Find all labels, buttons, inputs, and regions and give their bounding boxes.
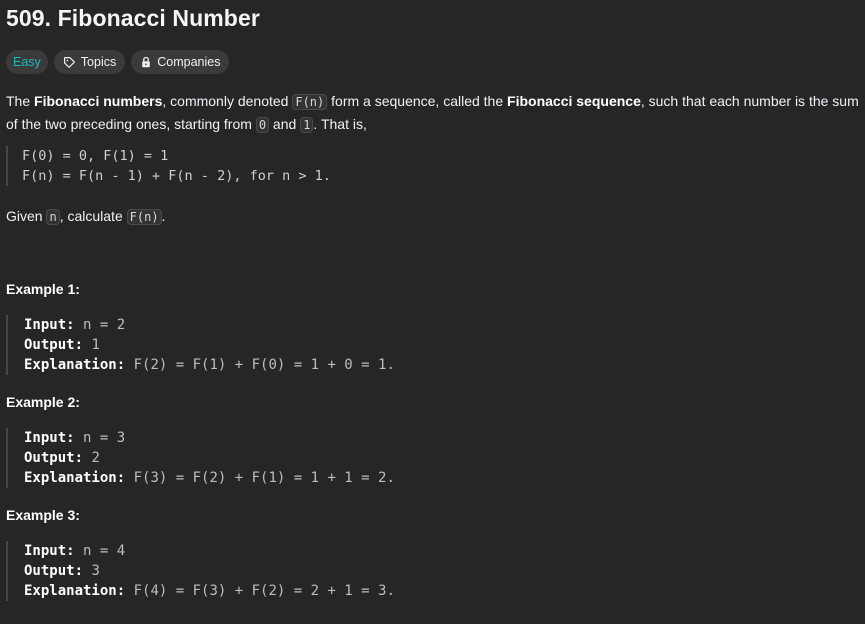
term-fibonacci-numbers: Fibonacci numbers [34, 93, 163, 109]
example-input: Input: n = 3 [24, 428, 395, 448]
output-label: Output: [24, 337, 84, 353]
example-block: Input: n = 2 Output: 1 Explanation: F(2) =… [6, 315, 395, 375]
text: . That is, [313, 116, 367, 132]
input-value: n = 2 [74, 317, 126, 333]
output-label: Output: [24, 450, 84, 466]
explanation-value: F(2) = F(1) + F(0) = 1 + 0 = 1. [125, 357, 395, 373]
lock-icon [142, 56, 150, 68]
example-explanation: Explanation: F(3) = F(2) + F(1) = 1 + 1 … [24, 468, 395, 488]
description-paragraph: The Fibonacci numbers, commonly denoted … [6, 90, 861, 136]
inline-code: n [46, 209, 60, 225]
problem-title: 509. Fibonacci Number [6, 5, 260, 31]
input-value: n = 4 [74, 543, 126, 559]
input-value: n = 3 [74, 430, 126, 446]
text: form a sequence, called the [327, 93, 508, 109]
example-explanation: Explanation: F(4) = F(3) + F(2) = 2 + 1 … [24, 581, 395, 601]
formula-line: F(0) = 0, F(1) = 1 [22, 148, 169, 164]
explanation-value: F(4) = F(3) + F(2) = 2 + 1 = 3. [125, 583, 395, 599]
inline-code: F(n) [126, 209, 162, 225]
input-label: Input: [24, 317, 75, 333]
example-block: Input: n = 4 Output: 3 Explanation: F(4) =… [6, 541, 395, 601]
term-fibonacci-sequence: Fibonacci sequence [507, 93, 641, 109]
output-value: 1 [83, 337, 100, 353]
tag-icon [63, 56, 75, 68]
inline-code: 0 [255, 117, 270, 133]
difficulty-badge[interactable]: Easy [6, 50, 48, 74]
output-value: 2 [83, 450, 100, 466]
task-statement: Given n, calculate F(n). [6, 205, 165, 228]
example-title: Example 2: [6, 394, 80, 410]
example-explanation: Explanation: F(2) = F(1) + F(0) = 1 + 0 … [24, 355, 395, 375]
problem-description-panel: 509. Fibonacci Number Easy Topics Compan… [0, 0, 865, 624]
explanation-label: Explanation: [24, 470, 126, 486]
example-output: Output: 3 [24, 561, 395, 581]
example-output: Output: 1 [24, 335, 395, 355]
inline-code: F(n) [292, 94, 328, 110]
text: . [161, 208, 166, 224]
explanation-label: Explanation: [24, 583, 126, 599]
example-output: Output: 2 [24, 448, 395, 468]
example-input: Input: n = 2 [24, 315, 395, 335]
example-title: Example 3: [6, 507, 80, 523]
explanation-value: F(3) = F(2) + F(1) = 1 + 1 = 2. [125, 470, 395, 486]
example-title: Example 1: [6, 281, 80, 297]
topics-button[interactable]: Topics [53, 50, 126, 74]
topics-label: Topics [80, 55, 117, 69]
text: and [269, 116, 301, 132]
text: , calculate [59, 208, 127, 224]
text: , commonly denoted [162, 93, 293, 109]
inline-code: 1 [300, 117, 314, 133]
input-label: Input: [24, 543, 75, 559]
output-label: Output: [24, 563, 84, 579]
companies-label: Companies [157, 55, 221, 69]
output-value: 3 [83, 563, 100, 579]
example-block: Input: n = 3 Output: 2 Explanation: F(3) =… [6, 428, 395, 488]
text: Given [6, 208, 47, 224]
problem-tags: Easy Topics Companies [6, 50, 230, 74]
explanation-label: Explanation: [24, 357, 126, 373]
input-label: Input: [24, 430, 75, 446]
formula-block: F(0) = 0, F(1) = 1 F(n) = F(n - 1) + F(n … [6, 146, 331, 186]
companies-button[interactable]: Companies [131, 50, 230, 74]
formula-line: F(n) = F(n - 1) + F(n - 2), for n > 1. [22, 168, 331, 184]
text: The [6, 93, 35, 109]
example-input: Input: n = 4 [24, 541, 395, 561]
